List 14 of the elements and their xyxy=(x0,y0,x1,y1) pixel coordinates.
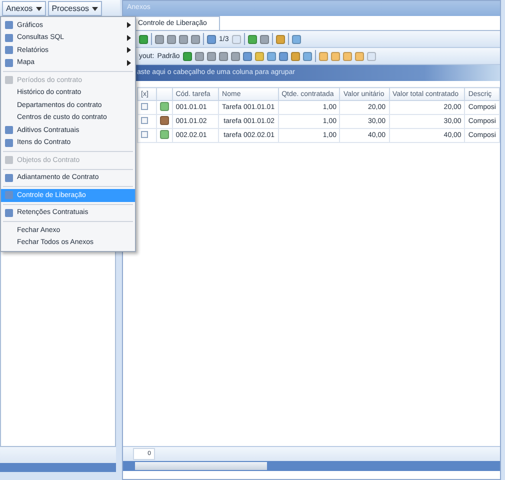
menu-item-icon xyxy=(5,191,13,200)
menu-item-icon xyxy=(5,156,13,164)
row-checkbox[interactable] xyxy=(141,131,148,138)
menu-item-icon xyxy=(5,174,13,182)
scrollbar[interactable] xyxy=(123,461,500,471)
menu-item-icon xyxy=(5,208,13,217)
menu-button[interactable]: Anexos xyxy=(2,1,46,16)
menu-button[interactable]: Processos xyxy=(48,1,102,16)
caret-icon xyxy=(92,6,98,10)
row-checkbox[interactable] xyxy=(141,117,148,124)
menu-item-icon xyxy=(5,76,13,84)
row-checkbox[interactable] xyxy=(141,103,148,110)
caret-icon xyxy=(36,6,42,10)
scrollbar[interactable] xyxy=(0,463,116,472)
